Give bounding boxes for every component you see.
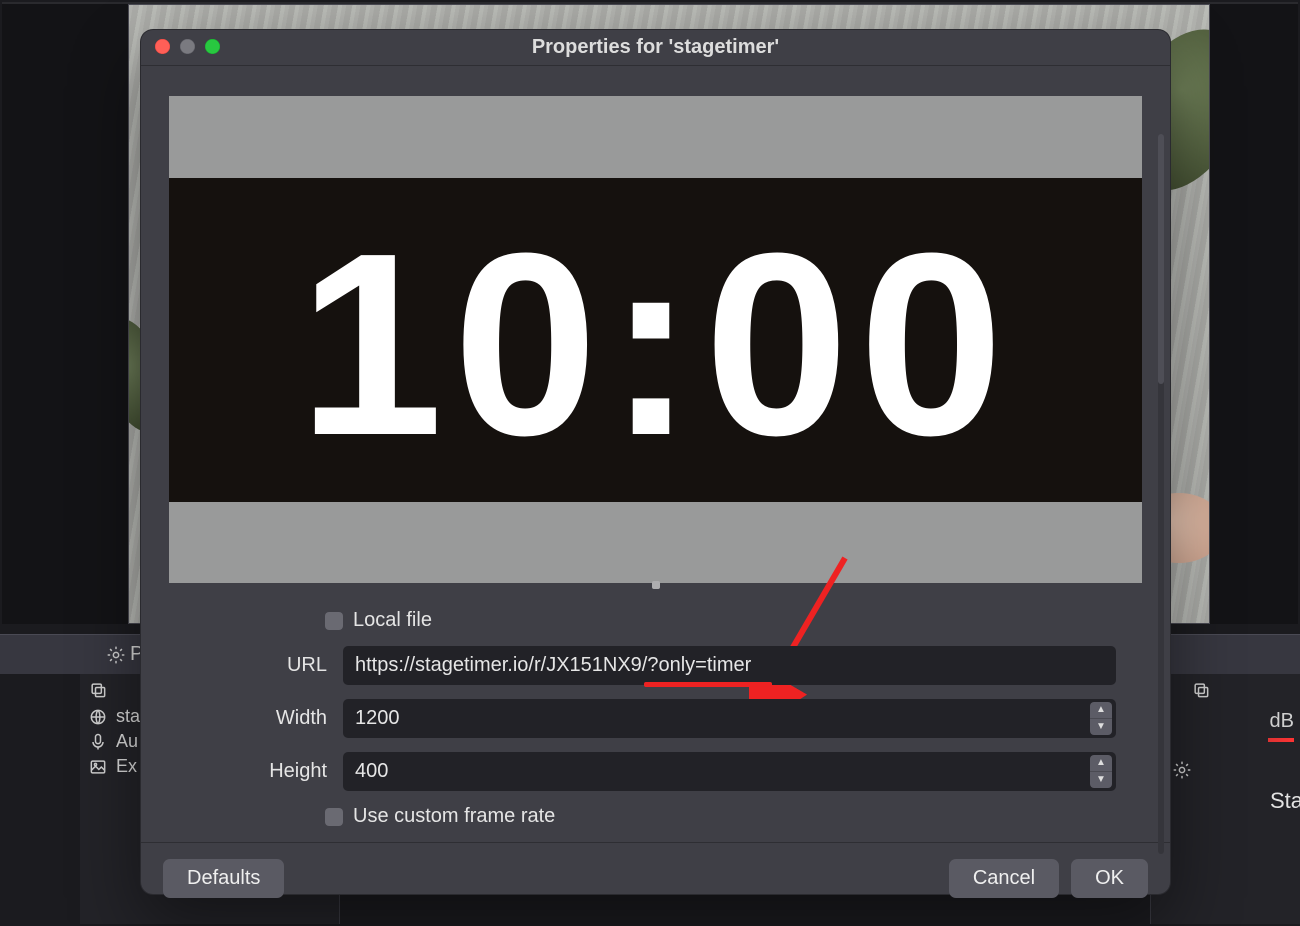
preview-matte-right xyxy=(1210,4,1298,624)
chevron-down-icon[interactable]: ▼ xyxy=(1090,772,1112,789)
dialog-body: 10:00 xyxy=(141,66,1170,842)
mixer-panel: dB Sta xyxy=(1150,674,1300,924)
button-truncated[interactable]: Sta xyxy=(1270,788,1300,814)
host-window: P sta Au Ex xyxy=(0,0,1300,926)
dialog-title: Properties for 'stagetimer' xyxy=(532,36,779,59)
cancel-button[interactable]: Cancel xyxy=(949,859,1059,898)
properties-dialog: Properties for 'stagetimer' 10:00 xyxy=(141,30,1170,894)
duplicate-icon[interactable] xyxy=(88,680,108,705)
chevron-up-icon[interactable]: ▲ xyxy=(1090,755,1112,772)
duplicate-icon[interactable] xyxy=(1191,680,1211,705)
url-input[interactable] xyxy=(343,646,1116,685)
preview-matte-left xyxy=(2,4,128,624)
ok-button[interactable]: OK xyxy=(1071,859,1148,898)
chevron-down-icon[interactable]: ▼ xyxy=(1090,719,1112,736)
mic-icon xyxy=(88,732,108,752)
dialog-titlebar[interactable]: Properties for 'stagetimer' xyxy=(141,30,1170,66)
peak-indicator xyxy=(1268,738,1294,742)
annotation-underline xyxy=(644,682,772,687)
db-label: dB xyxy=(1270,710,1294,733)
timer-display: 10:00 xyxy=(169,178,1142,502)
framerate-checkbox[interactable] xyxy=(325,808,343,826)
source-preview: 10:00 xyxy=(169,96,1142,583)
height-label: Height xyxy=(159,760,343,783)
globe-icon xyxy=(88,707,108,727)
height-row: Height ▲ ▼ xyxy=(159,752,1152,791)
localfile-row: Local file xyxy=(159,609,1152,632)
url-row: URL xyxy=(159,646,1152,685)
url-label: URL xyxy=(159,654,343,677)
timer-text: 10:00 xyxy=(298,210,1013,470)
gear-icon[interactable] xyxy=(106,645,126,670)
height-stepper[interactable]: ▲ ▼ xyxy=(1090,755,1112,788)
scrollbar-thumb[interactable] xyxy=(1158,134,1164,384)
width-label: Width xyxy=(159,707,343,730)
chevron-up-icon[interactable]: ▲ xyxy=(1090,702,1112,719)
minimize-icon[interactable] xyxy=(180,39,195,54)
dialog-footer: Defaults Cancel OK xyxy=(141,842,1170,914)
zoom-icon[interactable] xyxy=(205,39,220,54)
localfile-label: Local file xyxy=(343,609,432,632)
traffic-lights xyxy=(155,39,220,54)
width-stepper[interactable]: ▲ ▼ xyxy=(1090,702,1112,735)
resize-handle-icon[interactable] xyxy=(652,581,660,589)
source-label: Au xyxy=(116,731,138,752)
height-input[interactable] xyxy=(343,752,1116,791)
close-icon[interactable] xyxy=(155,39,170,54)
framerate-label: Use custom frame rate xyxy=(343,805,555,828)
width-row: Width ▲ ▼ xyxy=(159,699,1152,738)
image-icon xyxy=(88,757,108,777)
source-label: Ex xyxy=(116,756,137,777)
gear-icon[interactable] xyxy=(1172,760,1192,785)
scrollbar-track[interactable] xyxy=(1158,134,1164,854)
width-input[interactable] xyxy=(343,699,1116,738)
localfile-checkbox[interactable] xyxy=(325,612,343,630)
source-label: sta xyxy=(116,706,140,727)
defaults-button[interactable]: Defaults xyxy=(163,859,284,898)
properties-form: Local file URL Width ▲ xyxy=(159,609,1152,828)
framerate-row: Use custom frame rate xyxy=(159,805,1152,828)
